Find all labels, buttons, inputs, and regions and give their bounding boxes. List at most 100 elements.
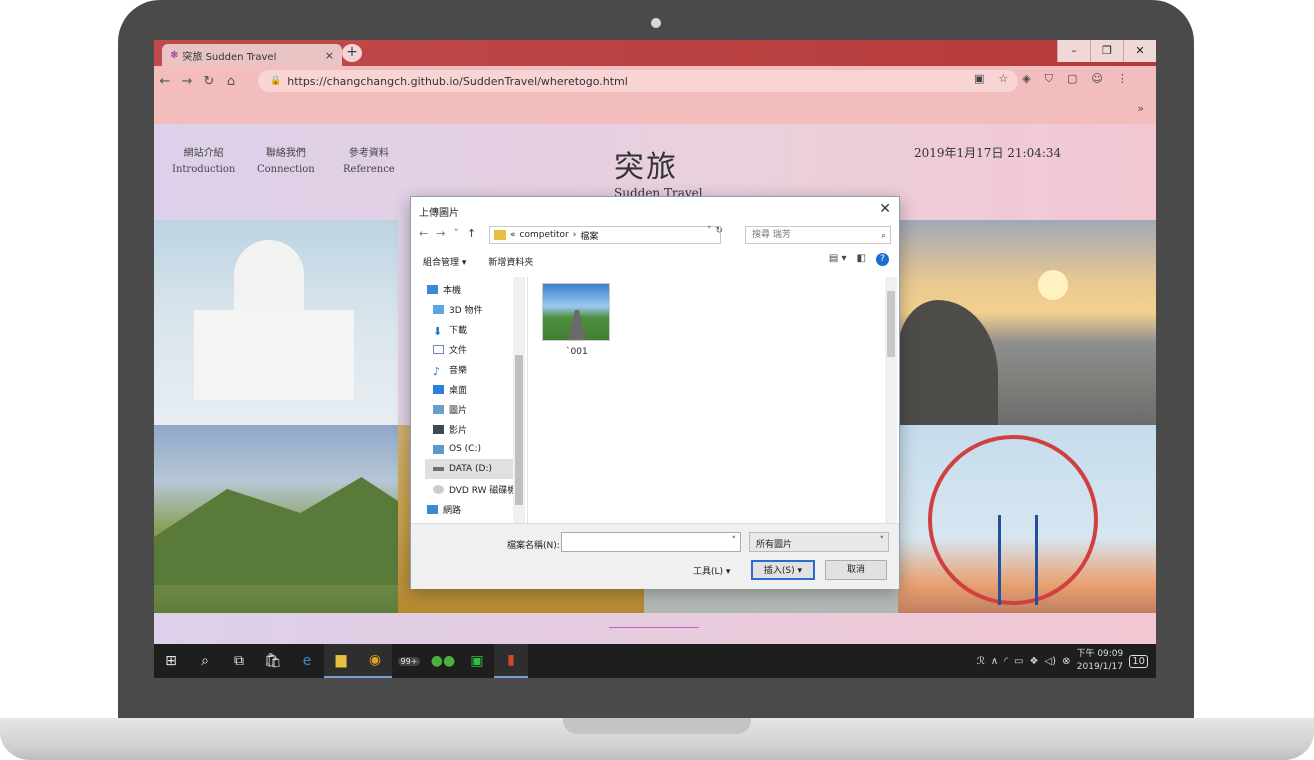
view-mode-icon[interactable]: ▤ ▾ bbox=[829, 253, 847, 266]
photo-museum[interactable] bbox=[154, 220, 398, 425]
path-overflow[interactable]: « bbox=[510, 230, 516, 240]
tree-item[interactable]: 影片 bbox=[425, 419, 523, 439]
action-center-icon[interactable]: 10 bbox=[1129, 654, 1148, 668]
back-icon[interactable]: ← bbox=[419, 227, 428, 240]
tree-label: 音樂 bbox=[449, 365, 468, 376]
tree-item[interactable]: 桌面 bbox=[425, 379, 523, 399]
cancel-button[interactable]: 取消 bbox=[825, 560, 887, 580]
line-icon[interactable]: ▣ bbox=[460, 644, 494, 678]
edge-icon[interactable]: e bbox=[290, 644, 324, 678]
photo-mountain[interactable] bbox=[154, 425, 398, 613]
new-tab-button[interactable]: + bbox=[342, 44, 362, 62]
tree-item[interactable]: OS (C:) bbox=[425, 439, 523, 459]
chevron-up-icon[interactable]: ∧ bbox=[991, 656, 998, 667]
people-icon[interactable]: ℛ bbox=[977, 656, 985, 667]
forward-icon[interactable]: → bbox=[176, 74, 198, 89]
search-input[interactable]: 搜尋 瑞芳 ⌕ bbox=[745, 226, 891, 244]
tree-item[interactable]: 3D 物件 bbox=[425, 299, 523, 319]
search-icon[interactable]: ⌕ bbox=[188, 644, 222, 678]
tree-item[interactable]: 本機 bbox=[425, 279, 523, 299]
new-folder-button[interactable]: 新增資料夾 bbox=[488, 255, 533, 268]
file-pane[interactable]: `001 bbox=[527, 277, 885, 523]
up-icon[interactable]: ↑ bbox=[467, 227, 476, 240]
refresh-icon[interactable]: ↻ bbox=[716, 226, 724, 236]
insert-button[interactable]: 插入(S) ▾ bbox=[751, 560, 815, 580]
tree-item[interactable]: 圖片 bbox=[425, 399, 523, 419]
3d-objects-icon bbox=[433, 304, 444, 314]
tree-item[interactable]: ♪ 音樂 bbox=[425, 359, 523, 379]
photo-ferris-wheel[interactable] bbox=[898, 425, 1156, 613]
extension-box-icon[interactable]: ▢ bbox=[1067, 72, 1077, 86]
address-bar[interactable]: 🔒 https://changchangch.github.io/SuddenT… bbox=[258, 70, 1018, 92]
tools-button[interactable]: 工具(L) ▾ bbox=[693, 564, 730, 577]
start-button[interactable]: ⊞ bbox=[154, 644, 188, 678]
shield-icon[interactable]: ⛉ bbox=[1045, 72, 1053, 86]
tree-item[interactable]: 文件 bbox=[425, 339, 523, 359]
chevron-down-icon[interactable]: ˅ bbox=[453, 227, 459, 240]
reload-icon[interactable]: ↻ bbox=[198, 74, 220, 89]
profile-icon[interactable]: ☺ bbox=[1091, 72, 1102, 86]
tree-item[interactable]: ⬇ 下載 bbox=[425, 319, 523, 339]
organize-button[interactable]: 組合管理 ▾ bbox=[423, 255, 466, 268]
maximize-button[interactable]: ❐ bbox=[1090, 40, 1123, 62]
volume-icon[interactable]: ◁) bbox=[1044, 656, 1056, 667]
mountain-shape bbox=[154, 477, 398, 585]
home-icon[interactable]: ⌂ bbox=[220, 74, 242, 89]
nav-introduction[interactable]: 網站介紹 Introduction bbox=[172, 146, 235, 178]
battery-icon[interactable]: ▭ bbox=[1014, 656, 1023, 667]
notification-count: 99+ bbox=[397, 656, 421, 666]
minimize-button[interactable]: – bbox=[1057, 40, 1090, 62]
upload-dialog: 上傳圖片 ✕ ← → ˅ ↑ « competitor › 檔案 ˅ ↻ 搜尋 … bbox=[410, 196, 900, 589]
nav-connection[interactable]: 聯絡我們 Connection bbox=[257, 146, 315, 178]
extension-icon[interactable]: ◈ bbox=[1022, 72, 1030, 86]
path-segment[interactable]: 檔案 bbox=[580, 229, 598, 242]
building-shape bbox=[194, 310, 354, 400]
error-icon[interactable]: ⊗ bbox=[1062, 656, 1070, 667]
browser-tab[interactable]: ❃ 突旅 Sudden Travel × bbox=[162, 44, 342, 66]
path-segment[interactable]: competitor bbox=[520, 230, 569, 240]
close-window-button[interactable]: ✕ bbox=[1123, 40, 1156, 62]
filename-input[interactable]: ˅ bbox=[561, 532, 741, 552]
notifications-app-icon[interactable]: 99+ bbox=[392, 644, 426, 678]
powerpoint-icon[interactable]: ▮ bbox=[494, 644, 528, 678]
file-scrollbar[interactable] bbox=[885, 277, 897, 523]
filetype-select[interactable]: 所有圖片 ˅ bbox=[749, 532, 889, 552]
tree-item[interactable]: 網路 bbox=[425, 499, 523, 519]
toolbar: ← → ↻ ⌂ 🔒 https://changchangch.github.io… bbox=[154, 66, 1156, 96]
preview-pane-icon[interactable]: ◧ bbox=[857, 253, 866, 266]
wifi-icon[interactable]: ◜ bbox=[1004, 656, 1008, 667]
tree-item-selected[interactable]: DATA (D:) bbox=[425, 459, 523, 479]
menu-icon[interactable]: ⋮ bbox=[1117, 72, 1128, 86]
wechat-icon[interactable]: ●● bbox=[426, 644, 460, 678]
tree-label: 圖片 bbox=[449, 405, 468, 416]
back-icon[interactable]: ← bbox=[154, 74, 176, 89]
taskbar-clock[interactable]: 下午 09:09 2019/1/17 bbox=[1076, 648, 1123, 674]
dropbox-icon[interactable]: ❖ bbox=[1030, 656, 1039, 667]
file-name[interactable]: `001 bbox=[566, 347, 588, 357]
nav-tree: 本機 3D 物件 ⬇ 下載 文件 ♪ 音樂 桌面 圖片 影片 OS (C:) DAT… bbox=[425, 279, 523, 523]
tree-item[interactable]: DVD RW 磁碟機 bbox=[425, 479, 523, 499]
tab-close-button[interactable]: × bbox=[325, 49, 334, 62]
filename-label: 檔案名稱(N): bbox=[507, 541, 560, 551]
help-icon[interactable]: ? bbox=[876, 253, 889, 266]
window-controls: – ❐ ✕ bbox=[1057, 40, 1156, 62]
forward-icon[interactable]: → bbox=[436, 227, 445, 240]
tree-scrollbar[interactable] bbox=[513, 277, 525, 523]
task-view-icon[interactable]: ⧉ bbox=[222, 644, 256, 678]
photo-sunset-coast[interactable] bbox=[898, 220, 1156, 425]
bookmark-star-icon[interactable]: ☆ bbox=[998, 72, 1008, 86]
dialog-close-button[interactable]: ✕ bbox=[879, 201, 891, 217]
file-thumbnail[interactable] bbox=[542, 283, 610, 341]
store-icon[interactable]: 🛍 bbox=[256, 644, 290, 678]
extension-icons: ▣ ☆ ◈ ⛉ ▢ ☺ ⋮ bbox=[974, 72, 1128, 86]
file-explorer-icon[interactable]: ▆ bbox=[324, 644, 358, 678]
scroll-thumb[interactable] bbox=[515, 355, 523, 505]
chevron-down-icon[interactable]: ˅ bbox=[732, 536, 737, 546]
path-bar[interactable]: « competitor › 檔案 bbox=[489, 226, 721, 244]
chrome-icon[interactable]: ◉ bbox=[358, 644, 392, 678]
bookmarks-overflow-icon[interactable]: » bbox=[1137, 102, 1144, 115]
scroll-thumb[interactable] bbox=[887, 291, 895, 357]
translate-icon[interactable]: ▣ bbox=[974, 72, 984, 86]
nav-reference[interactable]: 參考資料 Reference bbox=[343, 146, 395, 178]
path-dropdown-icon[interactable]: ˅ bbox=[707, 226, 712, 236]
